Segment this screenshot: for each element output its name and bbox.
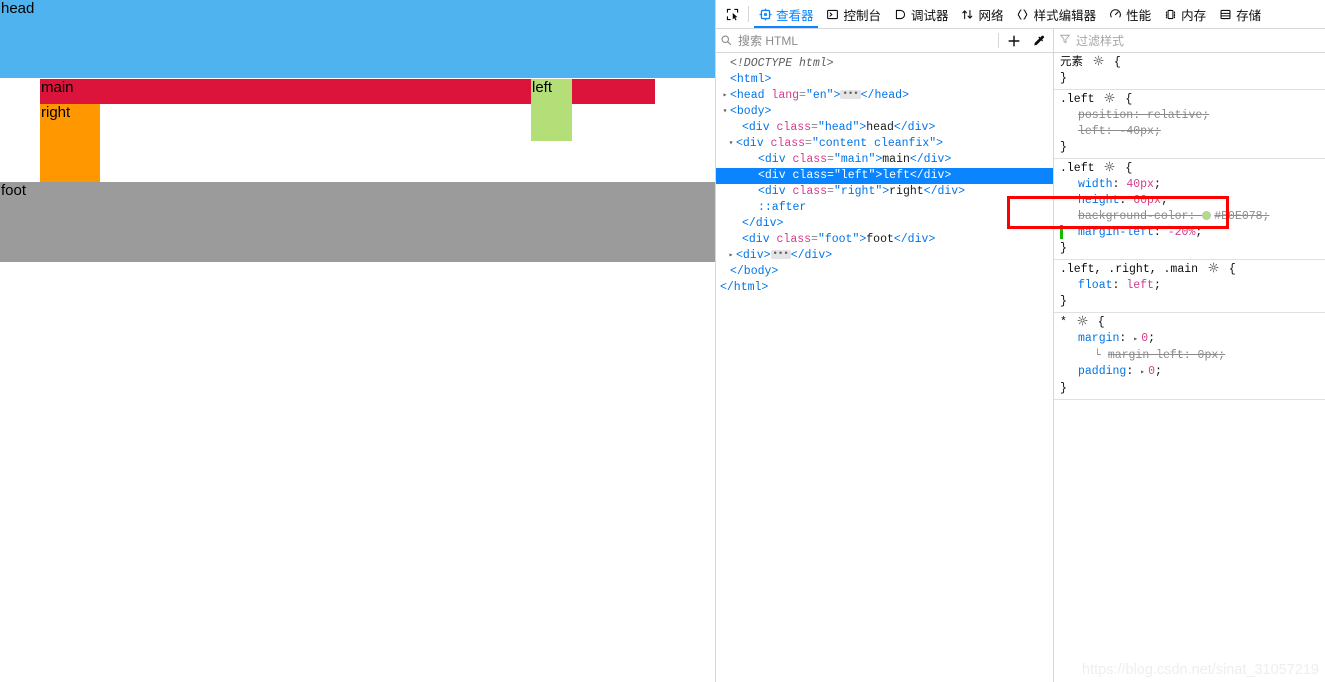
tab-style-editor[interactable]: 样式编辑器 [1010, 0, 1103, 28]
devtools-panel: 查看器 控制台 调试器 网络 样式编辑器 性能 内存 存储 搜索 HTML <!… [715, 0, 1325, 682]
markup-line-html-close[interactable]: </html> [716, 280, 1053, 296]
tab-performance-label: 性能 [1126, 8, 1152, 23]
tab-console-label: 控制台 [843, 8, 882, 23]
markup-line-pseudo-after[interactable]: ▸::after [716, 200, 1053, 216]
tab-console[interactable]: 控制台 [820, 0, 888, 28]
gear-icon[interactable] [1077, 315, 1088, 326]
css-rule-left-active[interactable]: .left { width: 40px; height: 60px; backg… [1054, 159, 1325, 260]
inspector-icon [758, 7, 772, 21]
css-rule-float[interactable]: .left, .right, .main { float: left;} [1054, 260, 1325, 313]
element-picker-icon[interactable] [719, 1, 745, 28]
markup-line-html-open[interactable]: ▸<html> [716, 72, 1053, 88]
css-declaration[interactable]: position: relative; [1060, 108, 1325, 124]
css-declaration-height[interactable]: height: 60px; [1060, 193, 1325, 209]
toolbar-divider [748, 6, 749, 22]
tab-inspector[interactable]: 查看器 [752, 0, 820, 28]
debugger-icon [893, 7, 907, 21]
css-selector-left-a[interactable]: .left [1060, 93, 1095, 106]
plus-icon[interactable] [1004, 32, 1024, 50]
page-block-left-label: left [532, 79, 553, 96]
style-filter-input[interactable]: 过滤样式 [1076, 32, 1124, 49]
tab-memory-label: 内存 [1181, 8, 1207, 23]
css-declaration-margin-left[interactable]: margin-left: -20%; [1060, 225, 1325, 241]
markup-line-div-foot[interactable]: ▸<div class="foot">foot</div> [716, 232, 1053, 248]
tab-inspector-label: 查看器 [776, 8, 814, 23]
changed-marker [1060, 225, 1063, 239]
search-input[interactable]: 搜索 HTML [738, 32, 993, 49]
devtools-body: 搜索 HTML ▸<!DOCTYPE ht [716, 29, 1325, 682]
markup-tree[interactable]: ▸<!DOCTYPE html> ▸<html> ▸<head lang="en… [716, 53, 1053, 682]
tab-storage-label: 存储 [1236, 8, 1262, 23]
tab-network[interactable]: 网络 [955, 0, 1010, 28]
style-filter-bar: 过滤样式 [1054, 29, 1325, 53]
css-declaration-margin[interactable]: margin: ▸ 0; [1060, 331, 1325, 348]
css-rule-element[interactable]: 元素 { } [1054, 53, 1325, 90]
css-declaration[interactable]: left: -40px; [1060, 124, 1325, 140]
search-divider [998, 33, 999, 48]
markup-line-doctype[interactable]: ▸<!DOCTYPE html> [716, 56, 1053, 72]
html-search-bar: 搜索 HTML [716, 29, 1053, 53]
css-rules-list[interactable]: 元素 { } .left {position: relative; left:… [1054, 53, 1325, 682]
css-selector-left-b[interactable]: .left [1060, 162, 1095, 175]
tab-memory[interactable]: 内存 [1157, 0, 1212, 28]
console-icon [826, 7, 840, 21]
screenshot-root: head main left right foot 查看器 控制台 调试器 网络… [0, 0, 1325, 682]
css-declaration-padding[interactable]: padding: ▸ 0; [1060, 364, 1325, 381]
memory-icon [1163, 7, 1177, 21]
markup-line-head[interactable]: ▸ <head lang="en"> ••• </head> [716, 88, 1053, 104]
page-viewport: head main left right foot [0, 0, 715, 682]
css-selector-element[interactable]: 元素 [1060, 56, 1083, 69]
color-swatch[interactable] [1202, 211, 1212, 220]
eyedropper-icon[interactable] [1029, 32, 1049, 50]
tab-storage[interactable]: 存储 [1212, 0, 1267, 28]
css-declaration-width[interactable]: width: 40px; [1060, 177, 1325, 193]
tab-debugger[interactable]: 调试器 [887, 0, 955, 28]
markup-line-div-content-close[interactable]: </div> [716, 216, 1053, 232]
markup-line-div-left[interactable]: ▸<div class="left">left</div> [716, 168, 1053, 184]
markup-line-div-head[interactable]: ▸<div class="head">head</div> [716, 120, 1053, 136]
css-subdeclaration-margin-left[interactable]: └ margin left: 0px; [1060, 348, 1325, 364]
css-selector-float-group[interactable]: .left, .right, .main [1060, 263, 1198, 276]
markup-line-div-main[interactable]: ▸<div class="main">main</div> [716, 152, 1053, 168]
style-editor-icon [1016, 7, 1030, 21]
markup-line-div-content[interactable]: ▾ <div class="content cleanfix"> [716, 136, 1053, 152]
network-icon [961, 7, 975, 21]
css-rule-left-overridden[interactable]: .left { position: relative; left: -40px;… [1054, 90, 1325, 159]
page-block-foot-label: foot [1, 182, 27, 199]
page-block-right-label: right [41, 104, 71, 121]
markup-line-div-collapsed[interactable]: ▸ <div> ••• </div> [716, 248, 1053, 264]
css-rule-universal[interactable]: * { margin: ▸ 0; └ margin left: 0px; pad… [1054, 313, 1325, 400]
page-block-left: left [531, 79, 572, 141]
markup-panel: 搜索 HTML ▸<!DOCTYPE ht [716, 29, 1054, 682]
css-declaration-float[interactable]: float: left; [1060, 278, 1325, 294]
tab-performance[interactable]: 性能 [1102, 0, 1157, 28]
gear-icon[interactable] [1093, 55, 1104, 66]
markup-line-body-open[interactable]: ▾ <body> [716, 104, 1053, 120]
gear-icon[interactable] [1104, 161, 1115, 172]
tab-style-editor-label: 样式编辑器 [1033, 8, 1097, 23]
page-block-head-label: head [1, 0, 35, 17]
performance-icon [1108, 7, 1122, 21]
devtools-toolbar: 查看器 控制台 调试器 网络 样式编辑器 性能 内存 存储 [716, 0, 1325, 29]
tab-debugger-label: 调试器 [911, 8, 949, 23]
gear-icon[interactable] [1208, 262, 1219, 273]
page-block-foot: foot [0, 182, 715, 262]
watermark: https://blog.csdn.net/sinat_31057219 [1081, 662, 1319, 678]
page-block-right: right [40, 104, 100, 182]
search-icon [720, 34, 733, 47]
gear-icon[interactable] [1104, 92, 1115, 103]
funnel-icon [1059, 32, 1071, 50]
storage-icon [1218, 7, 1232, 21]
page-block-head: head [0, 0, 715, 78]
markup-line-div-right[interactable]: ▸<div class="right">right</div> [716, 184, 1053, 200]
css-declaration-background-color[interactable]: background-color: #B0E078; [1060, 209, 1325, 225]
markup-line-body-close[interactable]: </body> [716, 264, 1053, 280]
rules-panel: 过滤样式 元素 {} .left {position: relative; … [1054, 29, 1325, 682]
tab-network-label: 网络 [978, 8, 1004, 23]
expand-arrow-icon[interactable]: ▸ [1140, 365, 1148, 381]
css-selector-universal[interactable]: * [1060, 316, 1067, 329]
